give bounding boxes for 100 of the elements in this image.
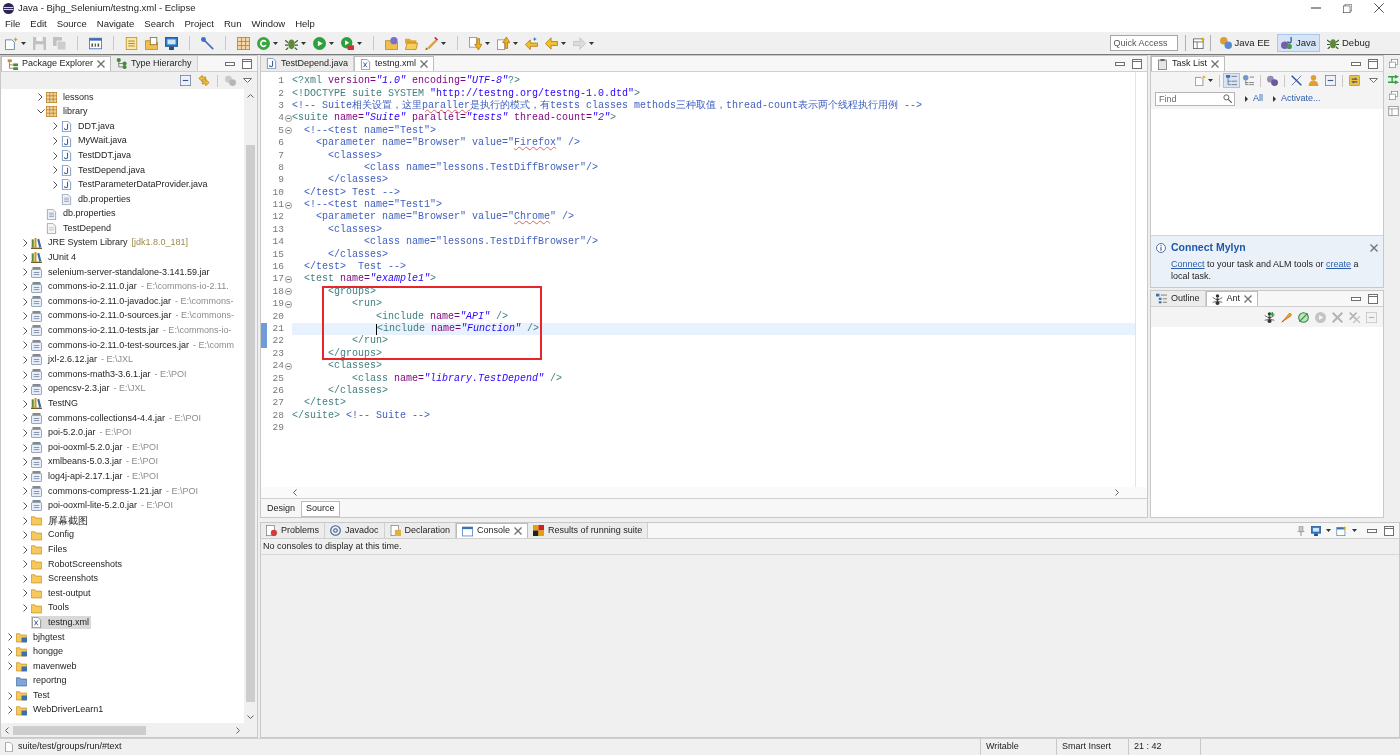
chevron-right-icon[interactable] [23,414,28,423]
chevron-right-icon[interactable] [23,545,28,554]
horizontal-scrollbar[interactable] [261,487,1147,498]
quick-access-field[interactable]: Quick Access [1109,35,1178,51]
maximize-icon[interactable] [1368,293,1378,304]
chevron-left-icon[interactable] [5,726,9,734]
restore-icon[interactable] [1388,59,1398,68]
scrollbar-thumb[interactable] [246,145,255,702]
collapse-icon[interactable] [180,75,191,86]
play-toolbox-icon[interactable] [341,36,354,50]
tab[interactable]: Package Explorer [1,56,112,71]
branch-arrows-icon[interactable] [1387,74,1399,85]
close-icon[interactable] [420,60,429,68]
chevron-right-icon[interactable] [236,726,240,734]
restore-icon[interactable] [1388,91,1398,100]
chevron-right-icon[interactable] [23,531,28,540]
tree-item[interactable]: db.properties [61,192,133,206]
tree-item[interactable]: Tools [31,601,71,615]
search-icon[interactable] [1223,94,1232,103]
chevron-right-icon[interactable] [8,647,13,656]
chevron-up-icon[interactable] [247,93,254,98]
chevron-right-icon[interactable] [23,574,28,583]
chevron-right-icon[interactable] [23,253,28,262]
tree-item[interactable]: commons-io-2.11.0-javadoc.jar - E:\commons- [31,295,236,309]
tab[interactable]: Outline [1151,291,1206,306]
dropdown-arrow-icon[interactable] [329,41,334,45]
minimize-icon[interactable] [1351,296,1361,301]
close-icon[interactable] [1370,243,1378,252]
chevron-right-icon[interactable] [8,633,13,642]
chevron-right-icon[interactable] [23,283,28,291]
scrollbar-thumb[interactable] [13,725,146,735]
menu-item[interactable]: Help [295,16,315,32]
maximize-icon[interactable] [242,58,252,69]
tree-item[interactable]: reportng [16,674,69,688]
fold-minus-icon[interactable] [284,300,292,308]
tab[interactable]: TestDepend.java [261,56,355,71]
tree-item[interactable]: db.properties [46,207,118,221]
toolbar-button[interactable] [339,34,364,52]
filter-link[interactable]: Activate... [1273,92,1321,106]
chevron-right-icon[interactable] [53,137,58,146]
tree-item[interactable]: WebDriverLearn1 [16,703,106,717]
perspective-button[interactable]: Java EE [1215,34,1274,52]
chevron-left-icon[interactable] [293,489,297,496]
chevron-right-icon[interactable] [23,385,28,394]
chevron-right-icon[interactable] [23,326,28,335]
minimize-icon[interactable] [1367,528,1377,533]
link[interactable]: create [1326,258,1352,269]
chevron-right-icon[interactable] [38,93,43,102]
tree-item[interactable]: hongge [16,645,66,659]
chevron-right-icon[interactable] [53,166,58,175]
tab[interactable]: Task List [1151,56,1225,71]
tree-item[interactable]: jxl-2.6.12.jar - E:\JXL [31,353,136,367]
menu-item[interactable]: Source [56,16,87,32]
chevron-right-icon[interactable] [8,662,13,671]
tree-item[interactable]: TestNG [31,397,80,411]
tree-item[interactable]: Test [16,689,52,703]
restore-icon[interactable] [1343,3,1352,13]
chevron-right-icon[interactable] [23,472,28,481]
dropdown-arrow-icon[interactable] [1352,529,1357,532]
perspective-button[interactable]: Debug [1323,34,1374,52]
dropdown-arrow-icon[interactable] [273,41,278,45]
chevron-right-icon[interactable] [23,516,28,525]
close-icon[interactable] [97,60,106,68]
chevron-right-icon[interactable] [23,428,28,437]
tree-item[interactable]: Screenshots [31,572,101,586]
tree-item[interactable]: mavenweb [16,659,79,673]
chevron-right-icon[interactable] [23,487,28,496]
view-menu-icon[interactable] [243,78,252,83]
fold-minus-icon[interactable] [284,127,292,135]
menu-item[interactable]: Search [144,16,175,32]
tree-item[interactable]: RobotScreenshots [31,557,125,571]
filter-link[interactable]: All [1245,92,1263,106]
tree-item[interactable]: TestDepend [46,222,114,236]
tree-item[interactable]: JUnit 4 [31,251,78,265]
fold-minus-icon[interactable] [284,288,292,296]
tree-item[interactable]: MyWait.java [61,134,129,148]
chevron-right-icon[interactable] [23,399,28,408]
tree-item[interactable]: TestParameterDataProvider.java [61,178,210,192]
menu-item[interactable]: Project [184,16,214,32]
menu-item[interactable]: Window [251,16,286,32]
tree-item[interactable]: commons-io-2.11.0-sources.jar - E:\commons- [31,309,236,323]
link[interactable]: Connect [1171,258,1205,269]
chevron-down-icon[interactable] [247,714,254,719]
maximize-icon[interactable] [1368,58,1378,69]
close-icon[interactable] [1211,60,1219,68]
bug-icon[interactable] [285,36,298,50]
maximize-icon[interactable] [1384,525,1394,536]
tree-item[interactable]: opencsv-2.3.jar - E:\JXL [31,382,148,396]
tree-item[interactable]: commons-io-2.11.0-test-sources.jar - E:\comm [31,338,236,352]
chevron-right-icon[interactable] [23,268,28,277]
brush-icon[interactable] [425,36,438,50]
chevron-right-icon[interactable] [53,122,58,131]
tree-item[interactable]: Files [31,543,69,557]
perspective-button[interactable]: Java [1276,34,1320,52]
tab[interactable]: Source [301,501,340,517]
find-field[interactable]: Find [1155,92,1235,106]
tree-item[interactable]: test-output [31,587,93,600]
tree-item[interactable]: selenium-server-standalone-3.141.59.jar [31,265,212,279]
tab[interactable]: testng.xml [354,56,435,71]
tree-item[interactable]: lessons [46,90,96,104]
